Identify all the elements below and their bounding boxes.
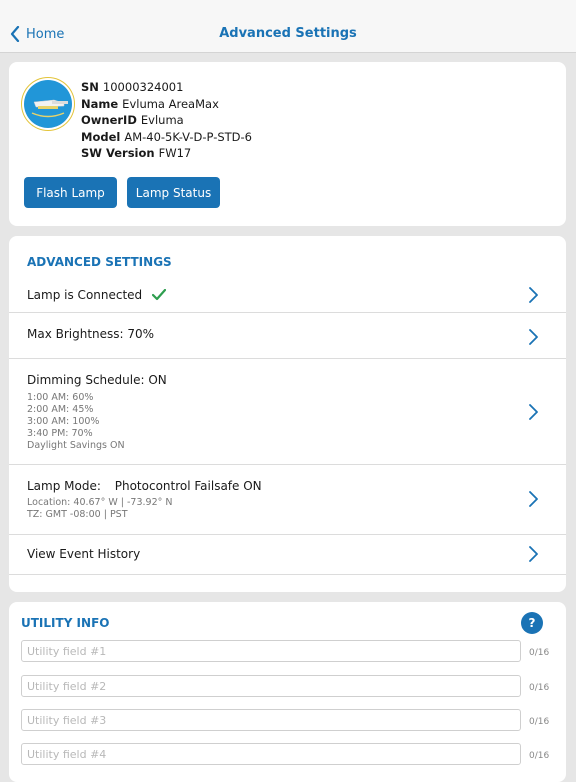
sn-value: 10000324001 bbox=[102, 80, 184, 94]
lamp-mode-row[interactable]: Lamp Mode: Photocontrol Failsafe ON Loca… bbox=[9, 464, 566, 535]
nav-bar: Home Advanced Settings bbox=[0, 0, 576, 53]
sw-label: SW Version bbox=[81, 146, 155, 160]
model-row: Model AM-40-5K-V-D-P-STD-6 bbox=[81, 129, 252, 146]
utility-field-4[interactable] bbox=[21, 743, 521, 765]
schedule-line: 2:00 AM: 45% bbox=[27, 404, 94, 415]
page-title: Advanced Settings bbox=[219, 26, 357, 41]
utility-info-header: UTILITY INFO bbox=[21, 616, 110, 630]
utility-field-2-count: 0/16 bbox=[529, 683, 550, 693]
name-row: Name Evluma AreaMax bbox=[81, 96, 252, 113]
event-history-row[interactable]: View Event History bbox=[9, 534, 566, 575]
sw-value: FW17 bbox=[158, 146, 192, 160]
sn-row: SN 10000324001 bbox=[81, 79, 252, 96]
advanced-settings-header: ADVANCED SETTINGS bbox=[27, 255, 172, 269]
max-brightness-row[interactable]: Max Brightness: 70% bbox=[9, 312, 566, 359]
dimming-schedule-details: 1:00 AM: 60% 2:00 AM: 45% 3:00 AM: 100% … bbox=[27, 392, 125, 452]
lamp-mode-text: Lamp Mode: Photocontrol Failsafe ON bbox=[27, 479, 262, 493]
checkmark-icon bbox=[152, 289, 167, 301]
owner-row: OwnerID Evluma bbox=[81, 112, 252, 129]
lamp-mode-label: Lamp Mode: bbox=[27, 479, 101, 493]
owner-value: Evluma bbox=[140, 113, 184, 127]
daylight-savings-line: Daylight Savings ON bbox=[27, 440, 125, 451]
chevron-right-icon bbox=[529, 491, 538, 507]
chevron-right-icon bbox=[529, 329, 538, 345]
device-info: SN 10000324001 Name Evluma AreaMax OwnerID… bbox=[81, 79, 252, 162]
utility-field-3-count: 0/16 bbox=[529, 717, 550, 727]
schedule-line: 1:00 AM: 60% bbox=[27, 392, 94, 403]
chevron-right-icon bbox=[529, 287, 538, 303]
lamp-mode-details: Location: 40.67° W | -73.92° N TZ: GMT -… bbox=[27, 497, 173, 521]
location-line: Location: 40.67° W | -73.92° N bbox=[27, 497, 173, 508]
utility-field-1-count: 0/16 bbox=[529, 648, 550, 658]
utility-field-2[interactable] bbox=[21, 675, 521, 697]
advanced-settings-card: ADVANCED SETTINGS Lamp is Connected Max … bbox=[9, 236, 566, 592]
chevron-right-icon bbox=[529, 546, 538, 562]
utility-info-card: UTILITY INFO ? 0/16 0/16 0/16 0/16 bbox=[9, 602, 566, 782]
lamp-mode-value: Photocontrol Failsafe ON bbox=[114, 479, 262, 493]
schedule-line: 3:00 AM: 100% bbox=[27, 416, 100, 427]
event-history-label: View Event History bbox=[27, 547, 141, 561]
device-card: SN 10000324001 Name Evluma AreaMax OwnerID… bbox=[9, 62, 566, 226]
lamp-avatar bbox=[24, 80, 72, 128]
max-brightness-label: Max Brightness: 70% bbox=[27, 327, 155, 341]
name-label: Name bbox=[81, 96, 119, 111]
name-value: Evluma AreaMax bbox=[122, 96, 219, 111]
sn-label: SN bbox=[81, 80, 99, 94]
lamp-connected-text: Lamp is Connected bbox=[27, 288, 167, 302]
owner-label: OwnerID bbox=[81, 113, 137, 127]
street-lamp-icon bbox=[31, 99, 68, 118]
model-value: AM-40-5K-V-D-P-STD-6 bbox=[124, 129, 253, 144]
utility-field-4-count: 0/16 bbox=[529, 751, 550, 761]
chevron-right-icon bbox=[529, 404, 538, 420]
lamp-connected-row[interactable]: Lamp is Connected bbox=[9, 278, 566, 313]
sw-row: SW Version FW17 bbox=[81, 145, 252, 162]
lamp-connected-label: Lamp is Connected bbox=[27, 288, 143, 302]
flash-lamp-button[interactable]: Flash Lamp bbox=[24, 177, 117, 208]
schedule-line: 3:40 PM: 70% bbox=[27, 428, 93, 439]
help-button[interactable]: ? bbox=[521, 612, 543, 634]
lamp-status-button[interactable]: Lamp Status bbox=[127, 177, 220, 208]
dimming-schedule-row[interactable]: Dimming Schedule: ON 1:00 AM: 60% 2:00 A… bbox=[9, 358, 566, 465]
utility-field-3[interactable] bbox=[21, 709, 521, 731]
timezone-line: TZ: GMT -08:00 | PST bbox=[27, 509, 128, 520]
utility-field-1[interactable] bbox=[21, 640, 521, 662]
model-label: Model bbox=[81, 129, 121, 144]
dimming-schedule-label: Dimming Schedule: ON bbox=[27, 373, 167, 387]
